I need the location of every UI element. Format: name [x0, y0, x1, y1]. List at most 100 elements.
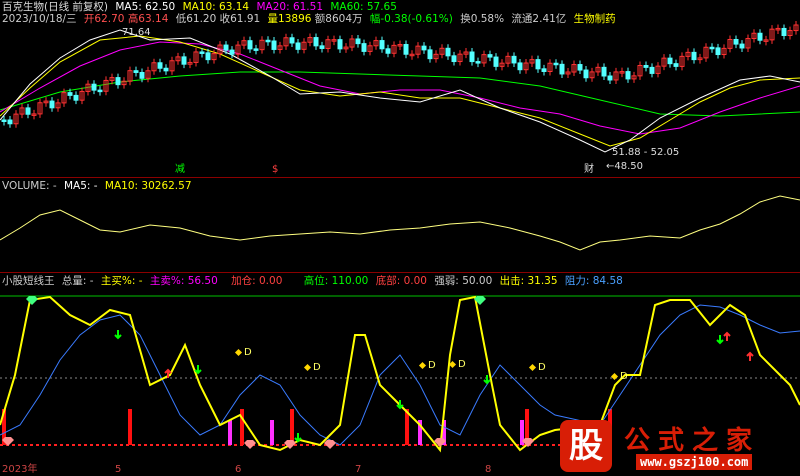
separator-volume [0, 272, 800, 273]
diamond-icon [26, 296, 38, 305]
indicator-bars-group [2, 409, 612, 445]
date-axis-label-2: 5 [115, 464, 122, 475]
candle [781, 27, 787, 37]
sell-arrow-icon [294, 433, 302, 443]
logo-title: 公式之家 [624, 426, 761, 456]
d-marker [418, 361, 427, 370]
candle [403, 44, 409, 55]
d-marker [234, 348, 243, 357]
d-marker-label: D [244, 347, 252, 358]
candle [757, 32, 763, 41]
candle [1, 119, 7, 122]
diamond-icon [244, 440, 256, 449]
candle [667, 57, 673, 65]
sell-arrow-icon [716, 335, 724, 345]
separator-main [0, 177, 800, 178]
diamond-icon [324, 440, 336, 449]
candle [25, 107, 31, 115]
candle [625, 71, 631, 80]
signal-sell-mark: $ [272, 164, 278, 175]
candle [559, 63, 565, 75]
candle [709, 46, 715, 50]
d-marker [610, 372, 619, 381]
candle [7, 119, 13, 125]
candle [553, 62, 559, 66]
range-price-mark: 51.88 - 52.05 [612, 147, 679, 158]
signal-fin-mark: 财 [584, 162, 594, 175]
candle [739, 43, 745, 49]
candle [445, 47, 451, 57]
candle [535, 59, 541, 70]
date-axis-label-1: 2023年 [2, 464, 38, 475]
high-price-mark: 71.64 [122, 27, 151, 38]
candle [607, 75, 613, 81]
date-axis-label-3: 6 [235, 464, 242, 475]
magenta-bar [270, 420, 274, 445]
candle [199, 51, 205, 54]
logo-url: www.gszj100.com [636, 454, 753, 470]
sell-arrow-icon [194, 365, 202, 375]
watermark-logo: 股 公式之家 www.gszj100.com [560, 420, 786, 472]
candle [385, 48, 391, 54]
logo-glyph: 股 [560, 420, 612, 472]
sell-arrow-icon [114, 330, 122, 340]
candle [715, 47, 721, 56]
candle [295, 42, 301, 50]
candle [163, 67, 169, 72]
d-marker-label: D [428, 360, 436, 371]
candle [649, 66, 655, 74]
date-axis-label-4: 7 [355, 464, 362, 475]
magenta-bar [228, 420, 232, 445]
volume-chart[interactable] [0, 180, 800, 270]
candle [577, 64, 583, 71]
candle [517, 62, 523, 71]
candle [97, 89, 103, 93]
low-price-mark: ←48.50 [606, 161, 643, 172]
candle [355, 38, 361, 45]
buy-arrow-icon [723, 331, 731, 341]
candle [733, 38, 739, 45]
candle [133, 70, 139, 73]
candle [157, 62, 163, 69]
candle [691, 51, 697, 61]
candle [469, 51, 475, 63]
d-marker-label: D [313, 362, 321, 373]
candle [427, 49, 433, 60]
candle [253, 48, 259, 51]
candle [487, 54, 493, 58]
candle [475, 61, 481, 64]
candle [265, 39, 271, 43]
signal-buy-mark: 减 [175, 163, 185, 175]
ma10-line [0, 35, 800, 147]
d-marker-label: D [458, 359, 466, 370]
candle [49, 100, 55, 109]
candle [421, 45, 427, 51]
d-marker-label: D [538, 362, 546, 373]
candle [511, 55, 517, 64]
date-axis-label-5: 8 [485, 464, 492, 475]
candle [205, 52, 211, 61]
d-marker-label: D [620, 371, 628, 382]
candle [73, 94, 79, 101]
candle [229, 49, 235, 55]
candle [379, 40, 385, 50]
candlestick-chart[interactable]: 71.64 51.88 - 52.05 ←48.50 减 $ 财 [0, 0, 800, 175]
candle [271, 40, 277, 50]
candle [313, 37, 319, 47]
candle [673, 63, 679, 67]
d-marker [528, 363, 537, 372]
ma20-line [0, 41, 800, 135]
candle [181, 56, 187, 65]
candle [643, 64, 649, 68]
volume-ma10-line [0, 195, 800, 251]
red-bar [290, 409, 294, 445]
candle [601, 66, 607, 77]
candle [91, 83, 97, 91]
candle [319, 45, 325, 49]
sell-arrow-icon [483, 375, 491, 385]
d-marker [303, 363, 312, 372]
red-bar [128, 409, 132, 445]
candle [247, 40, 253, 50]
buy-arrow-icon [746, 351, 754, 361]
candle [493, 56, 499, 67]
